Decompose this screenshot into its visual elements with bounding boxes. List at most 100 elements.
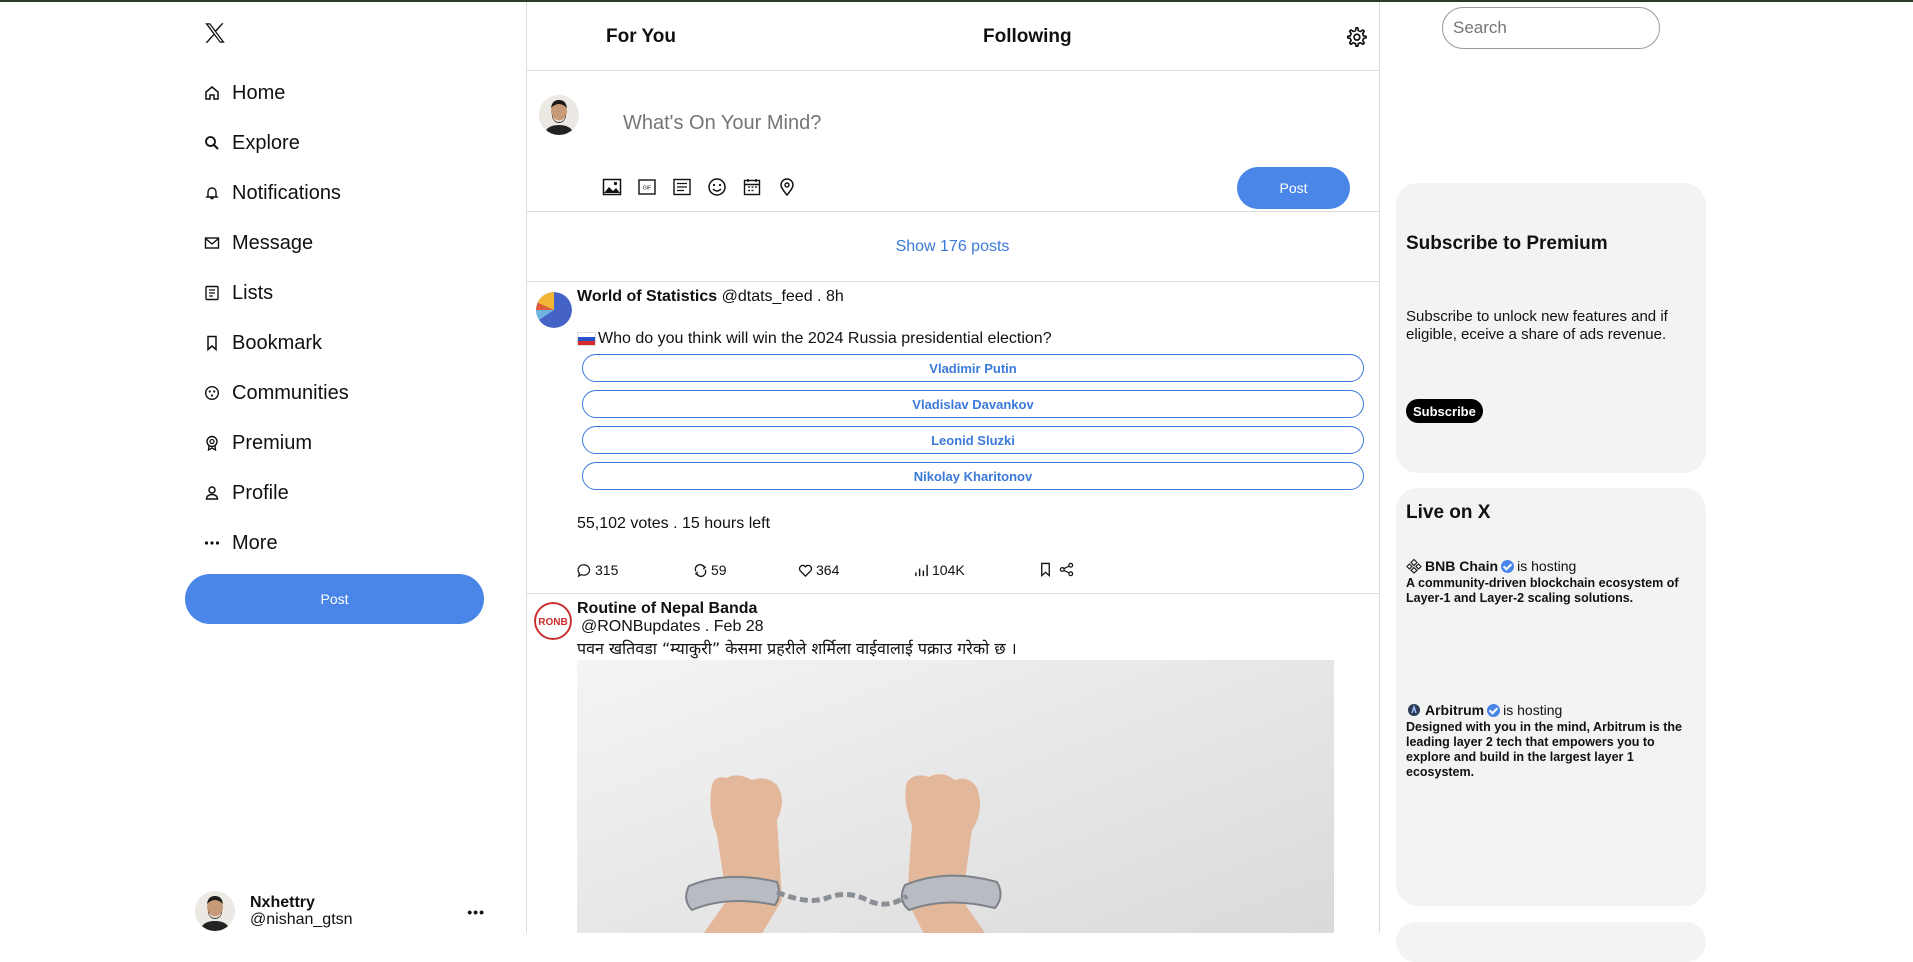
nav-profile[interactable]: Profile <box>204 468 349 518</box>
bnb-logo-icon <box>1406 558 1422 574</box>
share-icon <box>1059 562 1074 577</box>
poll-icon[interactable] <box>670 175 694 199</box>
nav-communities[interactable]: Communities <box>204 368 349 418</box>
avatar <box>195 891 235 931</box>
repost-count: 59 <box>711 562 727 578</box>
tab-following[interactable]: Following <box>983 26 1072 48</box>
svg-text:GIF: GIF <box>643 186 651 192</box>
poll-option[interactable]: Vladimir Putin <box>582 354 1364 382</box>
sidebar-post-button[interactable]: Post <box>185 574 484 624</box>
nav-profile-label: Profile <box>232 481 289 504</box>
live-desc: Designed with you in the mind, Arbitrum … <box>1406 720 1682 779</box>
main-nav: Home Explore Notifications Message Lists… <box>204 68 349 568</box>
search-input[interactable] <box>1442 7 1660 49</box>
views-icon <box>915 564 928 576</box>
composer-avatar <box>539 95 579 135</box>
verified-badge-icon <box>1487 703 1501 717</box>
premium-icon <box>204 433 232 453</box>
right-sidebar: Subscribe to Premium Subscribe to unlock… <box>1379 2 1913 962</box>
settings-gear-icon[interactable] <box>1345 26 1367 48</box>
poll-meta: 55,102 votes . 15 hours left <box>577 515 770 533</box>
gif-icon[interactable]: GIF <box>635 175 659 199</box>
tab-for-you[interactable]: For You <box>606 26 676 48</box>
account-more-icon[interactable]: ••• <box>467 904 485 920</box>
poll: Vladimir Putin Vladislav Davankov Leonid… <box>582 354 1364 498</box>
tweet-separator: . <box>704 618 710 635</box>
more-icon <box>204 533 232 553</box>
tweet-avatar[interactable]: RONB <box>534 602 572 640</box>
nav-more[interactable]: More <box>204 518 349 568</box>
tweet[interactable]: World of Statistics @dtats_feed . 8h Who… <box>526 282 1379 594</box>
poll-option[interactable]: Nikolay Kharitonov <box>582 462 1364 490</box>
image-icon[interactable] <box>600 175 624 199</box>
account-switcher[interactable]: Nxhettry @nishan_gtsn ••• <box>195 888 495 934</box>
ronb-logo-text: RONB <box>538 617 567 628</box>
reply-button[interactable]: 315 <box>577 562 618 578</box>
nav-explore-label: Explore <box>232 131 300 154</box>
live-item[interactable]: Arbitrum is hosting Designed with you in… <box>1406 702 1696 780</box>
live-host-suffix: is hosting <box>1517 558 1577 574</box>
next-card <box>1396 922 1706 962</box>
list-icon <box>204 283 232 303</box>
tweet-text: पवन खतिवडा “म्याकुरी” केसमा प्रहरीले शर्… <box>577 639 1017 658</box>
heart-icon <box>798 564 813 577</box>
nav-home-label: Home <box>232 81 286 104</box>
emoji-icon[interactable] <box>705 175 729 199</box>
poll-separator: . <box>673 515 678 532</box>
account-handle: @nishan_gtsn <box>250 911 353 928</box>
nav-premium-label: Premium <box>232 431 313 454</box>
tweet-date: Feb 28 <box>713 618 764 635</box>
tweet[interactable]: RONB Routine of Nepal Banda @RONBupdates… <box>526 594 1379 933</box>
tweet-actions: 315 59 364 104K <box>577 562 1097 582</box>
tweet-image[interactable] <box>577 660 1334 933</box>
tweet-author-name[interactable]: Routine of Nepal Banda <box>577 600 757 618</box>
verified-badge-icon <box>1501 559 1515 573</box>
show-new-posts[interactable]: Show 176 posts <box>526 212 1379 282</box>
tweet-author-handle[interactable]: @dtats_feed <box>722 288 813 305</box>
repost-button[interactable]: 59 <box>693 562 727 578</box>
x-logo-icon[interactable] <box>202 18 228 48</box>
live-host-name[interactable]: BNB Chain <box>1425 558 1498 574</box>
like-count: 364 <box>816 562 840 578</box>
share-button[interactable] <box>1059 562 1074 577</box>
poll-option[interactable]: Vladislav Davankov <box>582 390 1364 418</box>
poll-option[interactable]: Leonid Sluzki <box>582 426 1364 454</box>
nav-home[interactable]: Home <box>204 68 349 118</box>
reply-icon <box>577 563 591 577</box>
nav-lists[interactable]: Lists <box>204 268 349 318</box>
nav-communities-label: Communities <box>232 381 349 404</box>
premium-body: Subscribe to unlock new features and if … <box>1406 308 1668 343</box>
location-icon[interactable] <box>775 175 799 199</box>
nav-bookmark-label: Bookmark <box>232 331 323 354</box>
tweet-time: 8h <box>825 288 844 305</box>
nav-bookmark[interactable]: Bookmark <box>204 318 349 368</box>
poll-time-left: 15 hours left <box>681 515 771 532</box>
subscribe-button[interactable]: Subscribe <box>1406 399 1483 423</box>
live-host-line: BNB Chain is hosting <box>1406 558 1696 574</box>
live-host-name[interactable]: Arbitrum <box>1425 702 1484 718</box>
tweet-avatar[interactable] <box>536 292 572 328</box>
nav-message[interactable]: Message <box>204 218 349 268</box>
compose-post-button[interactable]: Post <box>1237 167 1350 209</box>
views-button[interactable]: 104K <box>914 562 965 578</box>
bell-icon <box>204 183 232 203</box>
tweet-author-handle[interactable]: @RONBupdates <box>581 618 700 635</box>
like-button[interactable]: 364 <box>798 562 839 578</box>
profile-icon <box>204 483 232 503</box>
views-count: 104K <box>932 562 965 578</box>
live-item[interactable]: BNB Chain is hosting A community-driven … <box>1406 558 1696 606</box>
tweet-text: Who do you think will win the 2024 Russi… <box>577 330 1052 348</box>
schedule-icon[interactable] <box>740 175 764 199</box>
tweet-header: World of Statistics @dtats_feed . 8h <box>577 288 844 306</box>
live-host-line: Arbitrum is hosting <box>1406 702 1696 718</box>
nav-explore[interactable]: Explore <box>204 118 349 168</box>
left-sidebar: Home Explore Notifications Message Lists… <box>0 2 527 933</box>
compose-input[interactable] <box>621 111 1225 136</box>
nav-notifications[interactable]: Notifications <box>204 168 349 218</box>
composer: GIF Post <box>526 71 1379 212</box>
bookmark-button[interactable] <box>1038 562 1053 577</box>
search-icon <box>204 133 232 153</box>
tweet-text-body: Who do you think will win the 2024 Russi… <box>598 330 1052 347</box>
tweet-author-name[interactable]: World of Statistics <box>577 288 717 305</box>
nav-premium[interactable]: Premium <box>204 418 349 468</box>
